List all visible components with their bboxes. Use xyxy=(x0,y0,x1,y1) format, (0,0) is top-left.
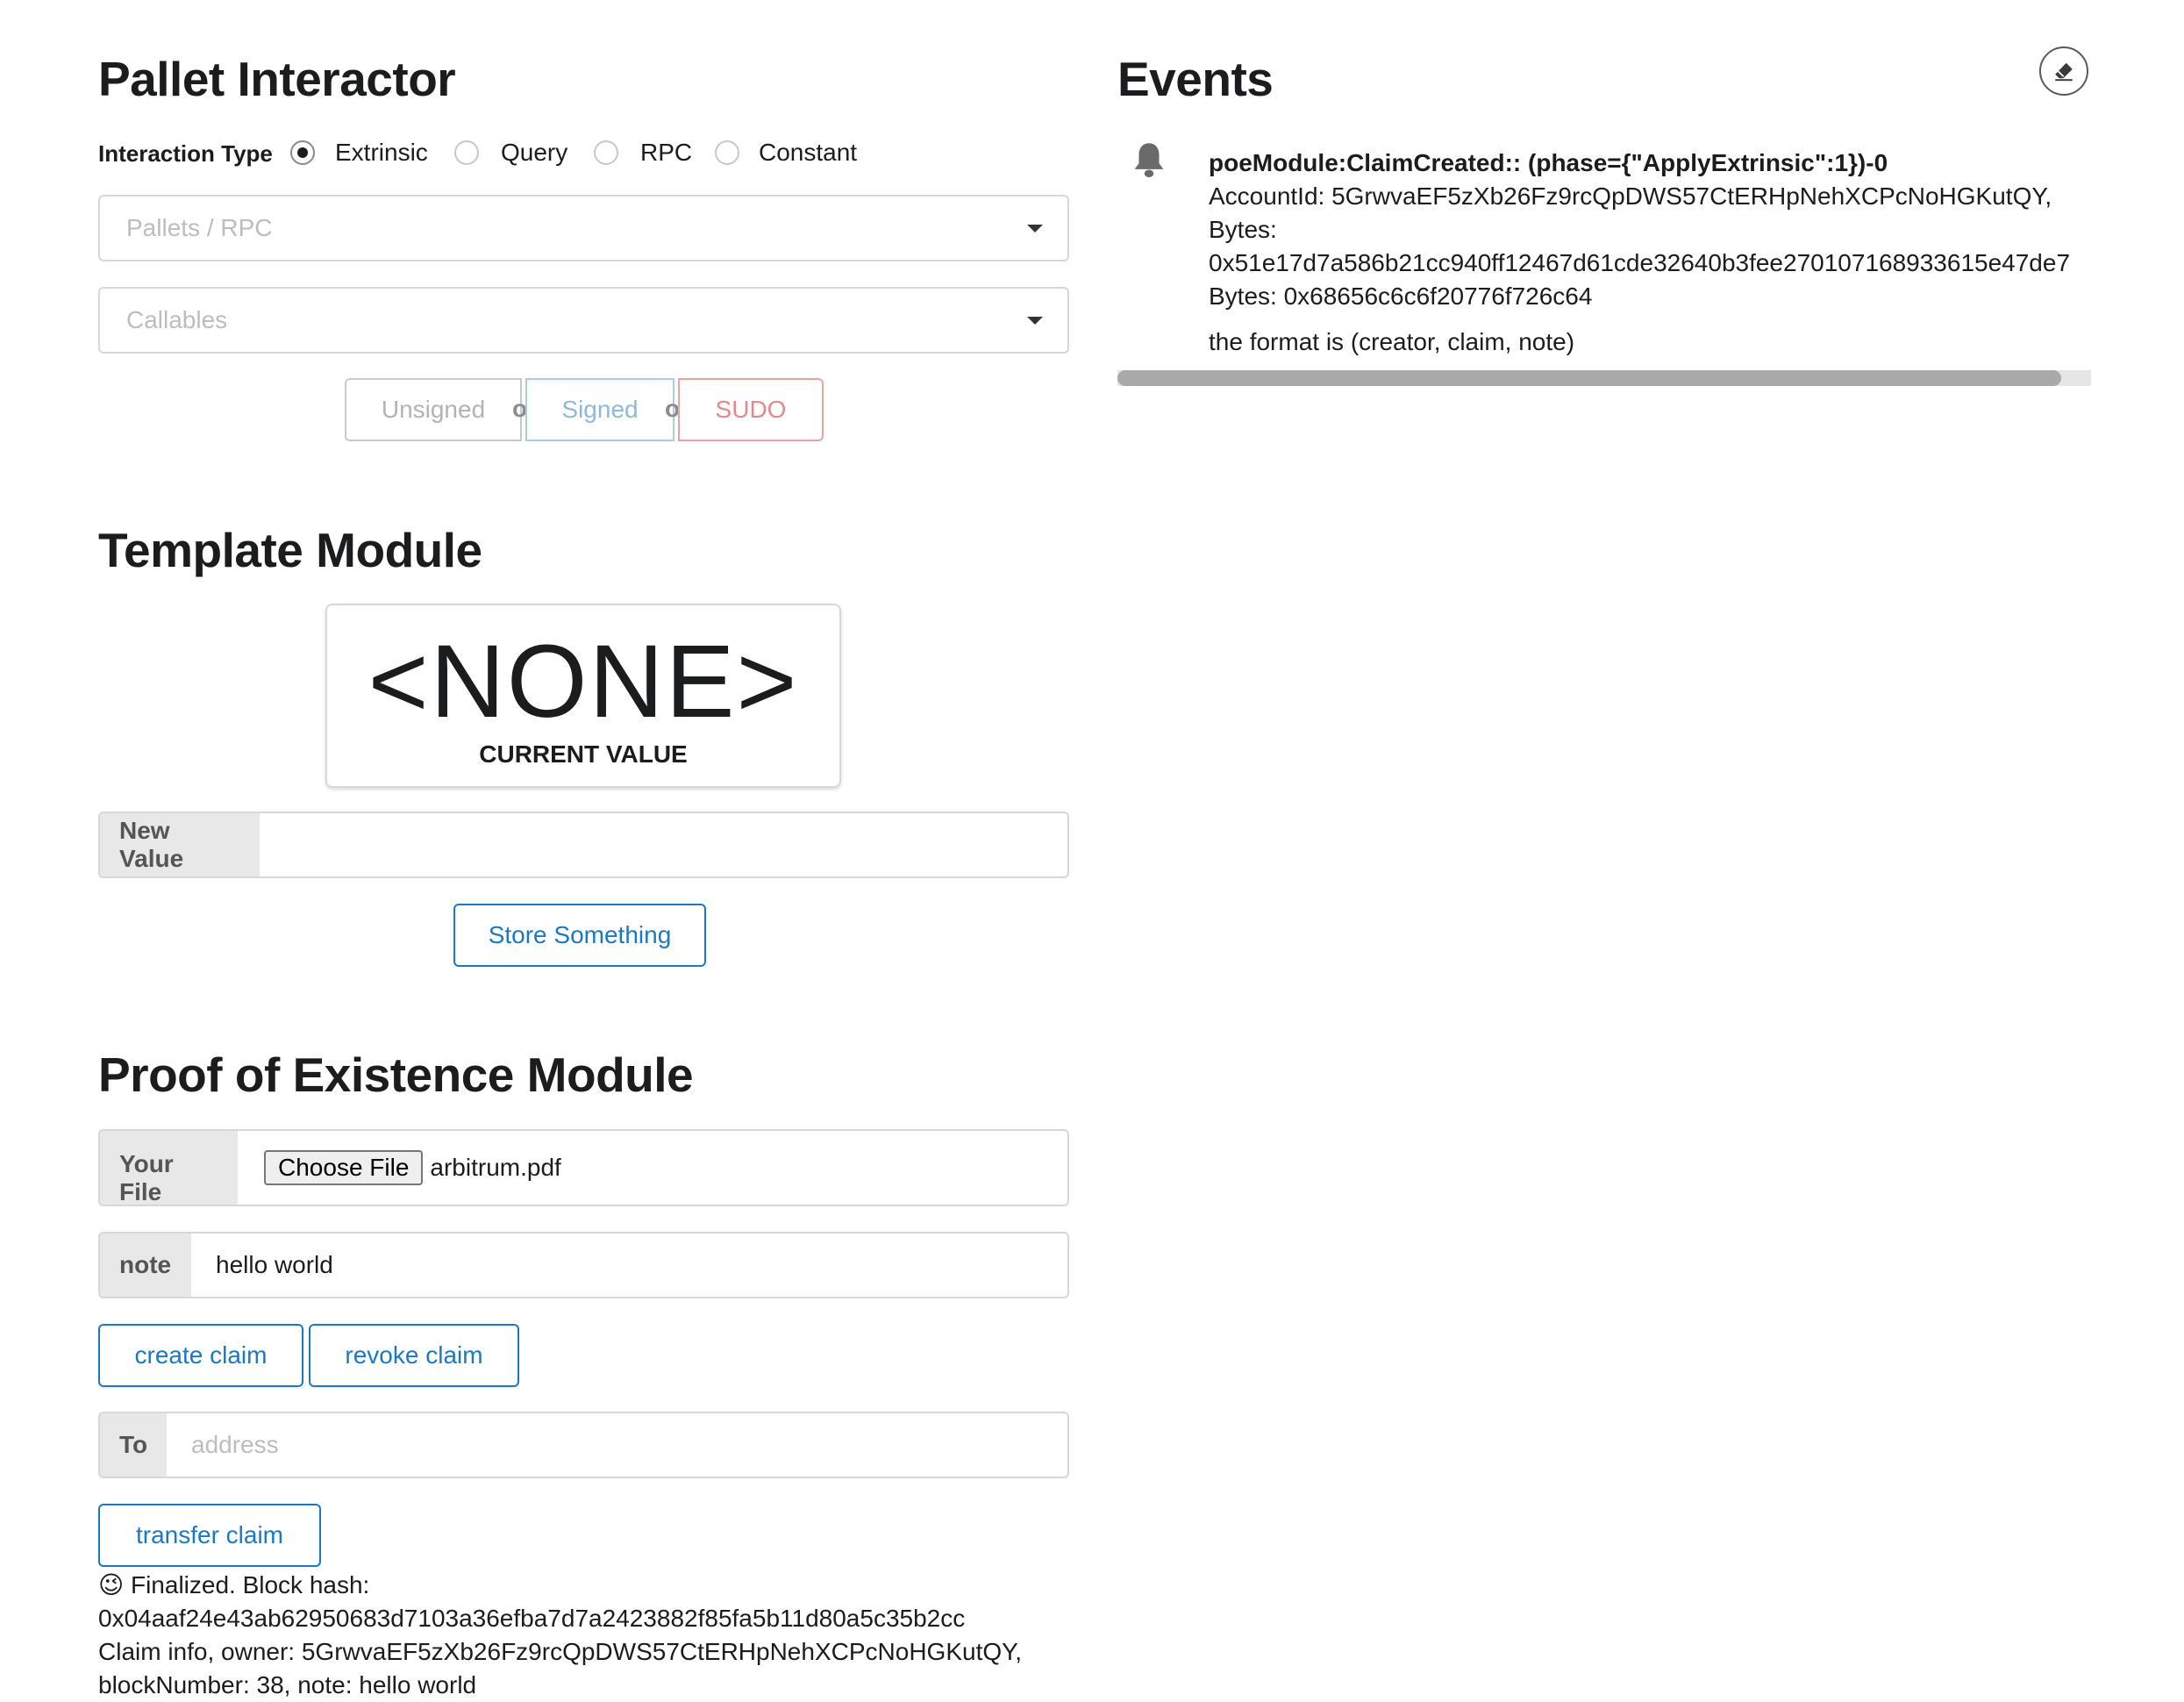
event-header: poeModule:ClaimCreated:: (phase={"ApplyE… xyxy=(1209,149,1888,176)
store-something-button[interactable]: Store Something xyxy=(453,904,706,967)
new-value-label: New Value xyxy=(100,813,260,876)
radio-rpc-label[interactable]: RPC xyxy=(640,139,692,167)
note-field[interactable]: note hello world xyxy=(98,1232,1069,1298)
file-label: Your File xyxy=(100,1131,238,1205)
current-value-caption: CURRENT VALUE xyxy=(479,740,688,768)
poe-module-title: Proof of Existence Module xyxy=(98,1048,694,1102)
bell-icon xyxy=(1131,140,1167,185)
sudo-button[interactable]: SUDO xyxy=(678,378,824,441)
event-item: poeModule:ClaimCreated:: (phase={"ApplyE… xyxy=(1209,147,2091,359)
eraser-icon xyxy=(2055,62,2073,82)
radio-query[interactable] xyxy=(454,140,479,165)
event-claim-hash: 0x51e17d7a586b21cc940ff12467d61cde32640b… xyxy=(1209,249,2071,276)
unsigned-button[interactable]: Unsigned xyxy=(345,378,522,441)
radio-constant-label[interactable]: Constant xyxy=(759,139,857,167)
radio-constant[interactable] xyxy=(715,140,739,165)
claim-info-details: blockNumber: 38, note: hello world xyxy=(98,1671,477,1698)
current-value: <NONE> xyxy=(368,624,799,740)
events-title: Events xyxy=(1117,52,1274,106)
block-hash: 0x04aaf24e43ab62950683d7103a36efba7d7a24… xyxy=(98,1605,966,1632)
pallets-rpc-dropdown[interactable]: Pallets / RPC xyxy=(98,195,1069,261)
radio-query-label[interactable]: Query xyxy=(501,139,567,167)
transfer-claim-button[interactable]: transfer claim xyxy=(98,1504,321,1567)
signed-button[interactable]: Signed xyxy=(525,378,674,441)
template-module-title: Template Module xyxy=(98,523,482,577)
radio-extrinsic-label[interactable]: Extrinsic xyxy=(335,139,428,167)
radio-rpc[interactable] xyxy=(594,140,618,165)
create-claim-button[interactable]: create claim xyxy=(98,1324,303,1387)
to-field[interactable]: To address xyxy=(98,1412,1069,1478)
event-note-bytes: Bytes: 0x68656c6c6f20776f726c64 xyxy=(1209,282,1593,310)
radio-extrinsic[interactable] xyxy=(290,140,315,165)
event-format-note: the format is (creator, claim, note) xyxy=(1209,328,1575,355)
revoke-claim-button[interactable]: revoke claim xyxy=(309,1324,519,1387)
new-value-field[interactable]: New Value xyxy=(98,812,1069,878)
tx-status-line: 😉 Finalized. Block hash: xyxy=(98,1571,370,1598)
pallets-rpc-placeholder: Pallets / RPC xyxy=(126,214,273,241)
event-account-id: AccountId: 5GrwvaEF5zXb26Fz9rcQpDWS57CtE… xyxy=(1209,182,2052,210)
note-label: note xyxy=(100,1234,191,1297)
file-field[interactable]: Your File Choose File arbitrum.pdf xyxy=(98,1129,1069,1206)
tx-status: 😉 Finalized. Block hash: 0x04aaf24e43ab6… xyxy=(98,1569,1022,1702)
clear-events-button[interactable] xyxy=(2039,46,2088,96)
interaction-type-label: Interaction Type xyxy=(98,140,273,167)
pallet-interactor-title: Pallet Interactor xyxy=(98,52,456,106)
chevron-down-icon xyxy=(1027,225,1043,232)
to-label: To xyxy=(100,1413,167,1477)
events-scrollbar-track[interactable] xyxy=(1117,370,2091,386)
events-scrollbar-thumb[interactable] xyxy=(1117,370,2061,386)
current-value-card: <NONE> CURRENT VALUE xyxy=(325,604,841,788)
chevron-down-icon xyxy=(1027,317,1043,325)
callables-dropdown[interactable]: Callables xyxy=(98,287,1069,354)
callables-placeholder: Callables xyxy=(126,306,228,333)
choose-file-button[interactable]: Choose File xyxy=(264,1150,424,1185)
to-address-input[interactable]: address xyxy=(167,1413,1067,1477)
new-value-input[interactable] xyxy=(260,813,1067,876)
file-name: arbitrum.pdf xyxy=(430,1154,561,1181)
claim-info-owner: Claim info, owner: 5GrwvaEF5zXb26Fz9rcQp… xyxy=(98,1638,1022,1665)
note-input[interactable]: hello world xyxy=(191,1234,1067,1297)
event-bytes-label: Bytes: xyxy=(1209,216,1277,243)
